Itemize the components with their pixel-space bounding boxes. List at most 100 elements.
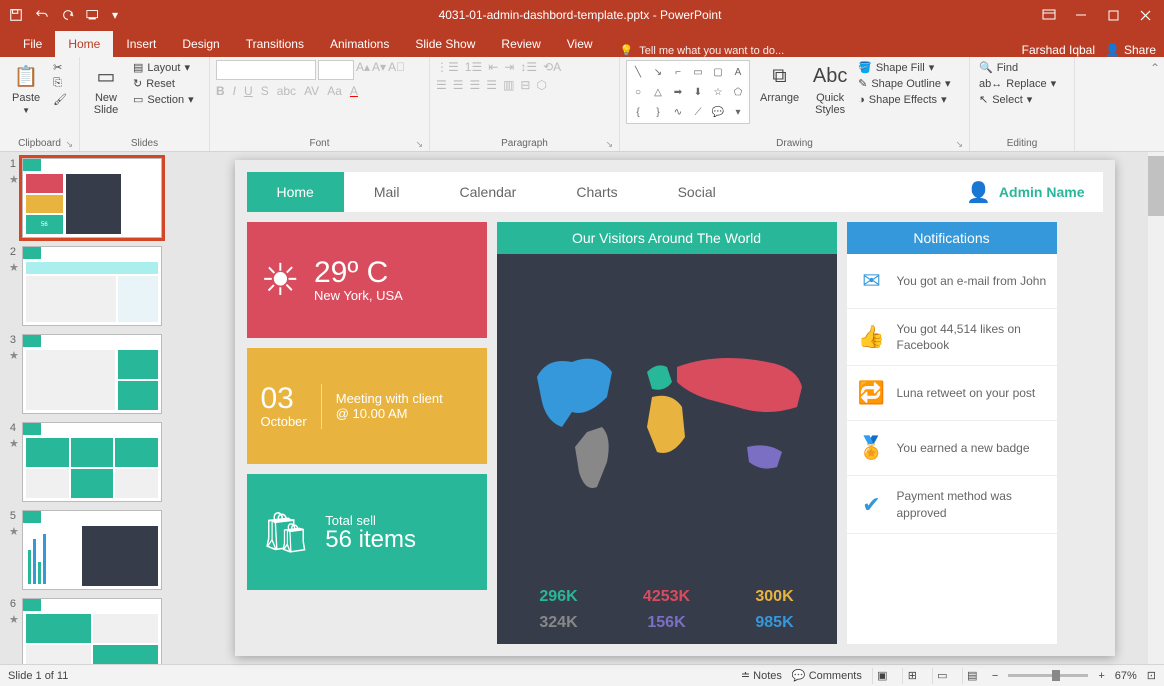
zoom-level[interactable]: 67% bbox=[1115, 670, 1137, 682]
smartart-button[interactable]: ⬡ bbox=[536, 78, 546, 92]
close-icon[interactable] bbox=[1130, 3, 1160, 27]
dash-tab-mail[interactable]: Mail bbox=[344, 172, 430, 212]
copy-button[interactable]: ⎘ bbox=[50, 76, 70, 91]
text-direction-button[interactable]: ⟲A bbox=[543, 60, 561, 74]
slide-canvas[interactable]: Home Mail Calendar Charts Social 👤Admin … bbox=[235, 160, 1115, 656]
tab-insert[interactable]: Insert bbox=[113, 31, 169, 57]
slide-editor[interactable]: Home Mail Calendar Charts Social 👤Admin … bbox=[185, 152, 1164, 664]
shape-star-icon[interactable]: ☆ bbox=[709, 83, 727, 101]
launcher-icon[interactable]: ↘ bbox=[605, 139, 613, 150]
tab-view[interactable]: View bbox=[554, 31, 606, 57]
dash-tab-home[interactable]: Home bbox=[247, 172, 344, 212]
shape-callout-icon[interactable]: 💬 bbox=[709, 103, 727, 121]
line-spacing-button[interactable]: ↕☰ bbox=[520, 60, 537, 74]
shape-oval-icon[interactable]: ○ bbox=[629, 83, 647, 101]
text-shadow-button[interactable]: abc bbox=[277, 84, 296, 98]
launcher-icon[interactable]: ↘ bbox=[65, 139, 73, 150]
shape-outline-button[interactable]: ✎Shape Outline ▾ bbox=[855, 76, 953, 91]
slide-thumb-2[interactable]: ★ bbox=[22, 246, 162, 326]
reset-button[interactable]: ↻Reset bbox=[130, 76, 197, 91]
clear-formatting-button[interactable]: A⃠ bbox=[388, 60, 405, 80]
align-text-button[interactable]: ⊟ bbox=[520, 78, 530, 92]
section-button[interactable]: ▭Section ▾ bbox=[130, 92, 197, 107]
shape-triangle-icon[interactable]: △ bbox=[649, 83, 667, 101]
shape-curve-icon[interactable]: ∿ bbox=[669, 103, 687, 121]
select-button[interactable]: ↖Select ▾ bbox=[976, 92, 1059, 107]
redo-icon[interactable] bbox=[56, 3, 80, 27]
tab-transitions[interactable]: Transitions bbox=[233, 31, 317, 57]
ribbon-display-options-icon[interactable] bbox=[1034, 3, 1064, 27]
shape-line-arrow-icon[interactable]: ↘ bbox=[649, 63, 667, 81]
tab-home[interactable]: Home bbox=[55, 31, 113, 57]
bold-button[interactable]: B bbox=[216, 84, 225, 98]
font-size-dropdown[interactable] bbox=[318, 60, 354, 80]
shape-arrow-right-icon[interactable]: ➡ bbox=[669, 83, 687, 101]
slide-position[interactable]: Slide 1 of 11 bbox=[8, 670, 68, 682]
scrollbar-thumb[interactable] bbox=[1148, 156, 1164, 216]
format-painter-button[interactable]: 🖌 bbox=[50, 92, 70, 107]
undo-icon[interactable] bbox=[30, 3, 54, 27]
replace-button[interactable]: ab↔Replace ▾ bbox=[976, 76, 1059, 91]
fit-to-window-icon[interactable]: ⊡ bbox=[1147, 669, 1156, 682]
decrease-indent-button[interactable]: ⇤ bbox=[488, 60, 498, 74]
zoom-slider[interactable] bbox=[1008, 674, 1088, 677]
font-color-button[interactable]: A bbox=[350, 84, 358, 98]
dash-tab-calendar[interactable]: Calendar bbox=[430, 172, 547, 212]
slideshow-view-icon[interactable]: ▤ bbox=[962, 668, 982, 684]
launcher-icon[interactable]: ↘ bbox=[415, 139, 423, 150]
tab-slideshow[interactable]: Slide Show bbox=[402, 31, 488, 57]
char-spacing-button[interactable]: AV bbox=[304, 84, 319, 98]
underline-button[interactable]: U bbox=[244, 84, 253, 98]
shape-effects-button[interactable]: ◑Shape Effects ▾ bbox=[855, 92, 953, 107]
user-name[interactable]: Farshad Iqbal bbox=[1022, 43, 1095, 57]
start-from-beginning-icon[interactable] bbox=[82, 3, 106, 27]
grow-font-button[interactable]: A▴ bbox=[356, 60, 370, 80]
shape-brace-icon[interactable]: { bbox=[629, 103, 647, 121]
zoom-in-icon[interactable]: + bbox=[1098, 670, 1104, 682]
tab-design[interactable]: Design bbox=[169, 31, 232, 57]
slide-thumb-6[interactable]: ★ bbox=[22, 598, 162, 664]
minimize-icon[interactable] bbox=[1066, 3, 1096, 27]
quick-styles-button[interactable]: AbcQuick Styles bbox=[809, 60, 851, 118]
comments-button[interactable]: 💬 Comments bbox=[792, 669, 862, 682]
shape-connector-icon[interactable]: ⌐ bbox=[669, 63, 687, 81]
normal-view-icon[interactable]: ▣ bbox=[872, 668, 892, 684]
shape-rect-icon[interactable]: ▭ bbox=[689, 63, 707, 81]
change-case-button[interactable]: Aa bbox=[327, 84, 342, 98]
dash-tab-social[interactable]: Social bbox=[648, 172, 746, 212]
italic-button[interactable]: I bbox=[233, 84, 236, 98]
maximize-icon[interactable] bbox=[1098, 3, 1128, 27]
share-button[interactable]: 👤Share bbox=[1105, 43, 1156, 57]
save-icon[interactable] bbox=[4, 3, 28, 27]
font-family-dropdown[interactable] bbox=[216, 60, 316, 80]
tell-me-search[interactable]: 💡Tell me what you want to do... bbox=[620, 44, 785, 57]
dashboard-user[interactable]: 👤Admin Name bbox=[966, 172, 1102, 212]
shrink-font-button[interactable]: A▾ bbox=[372, 60, 386, 80]
slide-thumb-4[interactable]: ★ bbox=[22, 422, 162, 502]
qat-customize-icon[interactable]: ▾ bbox=[108, 3, 122, 27]
bullets-button[interactable]: ⋮☰ bbox=[436, 60, 459, 74]
zoom-out-icon[interactable]: − bbox=[992, 670, 998, 682]
shape-brace2-icon[interactable]: } bbox=[649, 103, 667, 121]
columns-button[interactable]: ▥ bbox=[503, 78, 514, 92]
new-slide-button[interactable]: ▭New Slide bbox=[86, 60, 126, 118]
launcher-icon[interactable]: ↘ bbox=[955, 139, 963, 150]
shape-arrow-down-icon[interactable]: ⬇ bbox=[689, 83, 707, 101]
tab-review[interactable]: Review bbox=[488, 31, 553, 57]
shapes-gallery[interactable]: ╲↘⌐▭▢A ○△➡⬇☆⬠ {}∿⟋💬▾ bbox=[626, 60, 750, 124]
slide-thumbnails-pane[interactable]: 1★56 2★ 3★ 4★ 5★ 6★ 7 bbox=[0, 152, 185, 664]
shape-scroll-icon[interactable]: ▾ bbox=[729, 103, 747, 121]
arrange-button[interactable]: ⧉Arrange bbox=[754, 60, 805, 106]
collapse-ribbon-icon[interactable]: ⌃ bbox=[1150, 61, 1160, 75]
align-right-button[interactable]: ☰ bbox=[470, 78, 481, 92]
tab-file[interactable]: File bbox=[10, 31, 55, 57]
slide-thumb-5[interactable]: ★ bbox=[22, 510, 162, 590]
dash-tab-charts[interactable]: Charts bbox=[546, 172, 647, 212]
shape-fill-button[interactable]: 🪣Shape Fill ▾ bbox=[855, 60, 953, 75]
cut-button[interactable]: ✂ bbox=[50, 60, 70, 75]
slide-thumb-1[interactable]: ★56 bbox=[22, 158, 162, 238]
slide-thumb-3[interactable]: ★ bbox=[22, 334, 162, 414]
find-button[interactable]: 🔍Find bbox=[976, 60, 1059, 75]
increase-indent-button[interactable]: ⇥ bbox=[504, 60, 514, 74]
strikethrough-button[interactable]: S bbox=[261, 84, 269, 98]
